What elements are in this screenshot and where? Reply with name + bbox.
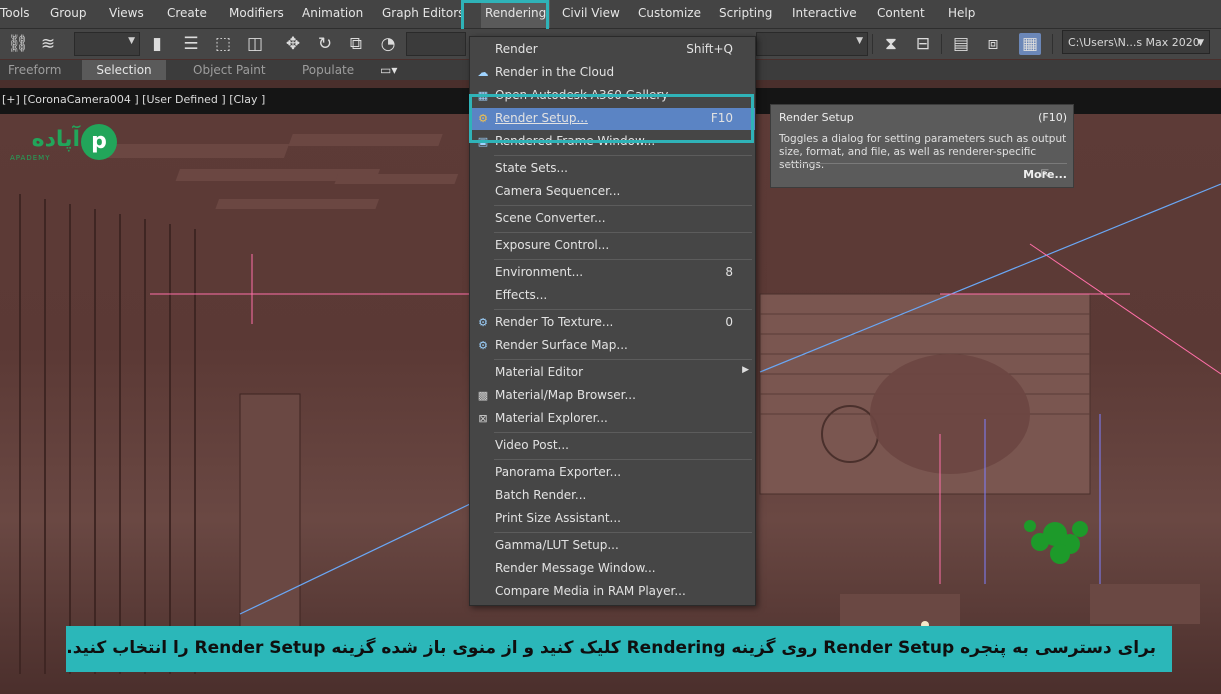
menu-separator xyxy=(494,205,752,206)
cloud-render-icon: ☁ xyxy=(477,66,489,79)
logo-icon: p xyxy=(81,124,117,160)
rectangular-selection-icon[interactable]: ⬚ xyxy=(212,33,234,55)
instruction-banner: برای دسترسی به پنجره Render Setup روی گز… xyxy=(66,626,1172,672)
layer-explorer-icon[interactable]: ⧈ xyxy=(982,33,1004,55)
tooltip-title: Render Setup xyxy=(779,111,854,124)
project-path-dropdown[interactable]: C:\Users\N...s Max 2020 ▼ xyxy=(1062,30,1210,54)
select-by-name-icon[interactable]: ☰ xyxy=(180,33,202,55)
menu-tools[interactable]: Tools xyxy=(0,0,30,28)
ribbon-options-icon[interactable]: ▭▾ xyxy=(380,60,397,80)
mirror-icon[interactable]: ⧗ xyxy=(880,33,902,55)
menu-separator xyxy=(494,459,752,460)
menu-item-exposure-control[interactable]: Exposure Control... xyxy=(470,235,755,257)
menu-item-material-explorer[interactable]: ⊠ Material Explorer... xyxy=(470,408,755,430)
link-icon[interactable]: ⛓ xyxy=(7,33,29,55)
explorer-icon: ⊠ xyxy=(478,412,488,425)
menu-item-scene-converter[interactable]: Scene Converter... xyxy=(470,208,755,230)
rotate-icon[interactable]: ↻ xyxy=(314,33,336,55)
menu-separator xyxy=(494,532,752,533)
menu-separator xyxy=(494,155,752,156)
menu-item-gamma-lut-setup[interactable]: Gamma/LUT Setup... xyxy=(470,535,755,557)
menu-scripting[interactable]: Scripting xyxy=(719,0,772,28)
teapot-icon: ⚙ xyxy=(478,316,488,329)
menu-item-render[interactable]: Render Shift+Q xyxy=(470,39,755,61)
menu-separator xyxy=(494,432,752,433)
named-selection-sets-dropdown[interactable]: ▼ xyxy=(756,32,868,56)
menu-modifiers[interactable]: Modifiers xyxy=(229,0,284,28)
reference-coordinate-dropdown[interactable] xyxy=(406,32,466,56)
toolbar-separator xyxy=(872,34,873,54)
align-icon[interactable]: ⊟ xyxy=(912,33,934,55)
menu-item-material-editor[interactable]: Material Editor ▶ xyxy=(470,362,755,384)
menu-item-print-size-assistant[interactable]: Print Size Assistant... xyxy=(470,508,755,530)
logo-subtext: APADEMY xyxy=(10,154,51,162)
menu-views[interactable]: Views xyxy=(109,0,144,28)
menu-customize[interactable]: Customize xyxy=(638,0,701,28)
chevron-down-icon: ▼ xyxy=(1197,38,1204,48)
render-setup-callout xyxy=(469,94,754,143)
menu-group[interactable]: Group xyxy=(50,0,87,28)
checker-icon: ▩ xyxy=(477,389,489,402)
selection-filter-dropdown[interactable]: ▼ xyxy=(74,32,140,56)
window-crossing-icon[interactable]: ◫ xyxy=(244,33,266,55)
bind-space-warp-icon[interactable]: ≋ xyxy=(37,33,59,55)
menu-item-camera-sequencer[interactable]: Camera Sequencer... xyxy=(470,181,755,203)
instruction-text: برای دسترسی به پنجره Render Setup روی گز… xyxy=(66,638,1156,658)
menu-content[interactable]: Content xyxy=(877,0,925,28)
ribbon-tab-populate[interactable]: Populate xyxy=(302,60,354,80)
menu-item-state-sets[interactable]: State Sets... xyxy=(470,158,755,180)
menu-help[interactable]: Help xyxy=(948,0,975,28)
menu-graph-editors[interactable]: Graph Editors xyxy=(382,0,464,28)
project-path-text: C:\Users\N...s Max 2020 xyxy=(1068,36,1200,49)
submenu-arrow-icon: ▶ xyxy=(742,365,749,375)
ribbon-toggle-icon[interactable]: ▦ xyxy=(1019,33,1041,55)
menu-item-render-to-texture[interactable]: ⚙ Render To Texture... 0 xyxy=(470,312,755,334)
menu-animation[interactable]: Animation xyxy=(302,0,363,28)
menu-interactive[interactable]: Interactive xyxy=(792,0,857,28)
place-icon[interactable]: ◔ xyxy=(377,33,399,55)
menu-create[interactable]: Create xyxy=(167,0,207,28)
ribbon-tab-selection[interactable]: Selection xyxy=(82,60,166,80)
toolbar-separator xyxy=(941,34,942,54)
tooltip-description: Toggles a dialog for setting parameters … xyxy=(779,133,1067,171)
menu-item-video-post[interactable]: Video Post... xyxy=(470,435,755,457)
menu-civil-view[interactable]: Civil View xyxy=(562,0,620,28)
toolbar-separator xyxy=(1052,34,1053,54)
menu-item-render-surface-map[interactable]: ⚙ Render Surface Map... xyxy=(470,335,755,357)
tooltip-more-link[interactable]: More... xyxy=(1023,168,1067,181)
menu-separator xyxy=(494,232,752,233)
teapot-icon: ⚙ xyxy=(478,339,488,352)
menu-item-effects[interactable]: Effects... xyxy=(470,285,755,307)
menu-item-render-message-window[interactable]: Render Message Window... xyxy=(470,558,755,580)
logo-text: آپاده xyxy=(31,127,80,152)
scene-explorer-icon[interactable]: ▤ xyxy=(950,33,972,55)
scale-icon[interactable]: ⧉ xyxy=(345,33,367,55)
menu-separator xyxy=(494,309,752,310)
menu-separator xyxy=(494,359,752,360)
menu-item-render-in-cloud[interactable]: ☁ Render in the Cloud xyxy=(470,62,755,84)
move-icon[interactable]: ✥ xyxy=(282,33,304,55)
viewport-label[interactable]: [+] [CoronaCamera004 ] [User Defined ] [… xyxy=(2,93,265,106)
ribbon-tab-object-paint[interactable]: Object Paint xyxy=(193,60,266,80)
menu-separator xyxy=(494,259,752,260)
menu-item-batch-render[interactable]: Batch Render... xyxy=(470,485,755,507)
menu-item-environment[interactable]: Environment... 8 xyxy=(470,262,755,284)
tooltip-shortcut: (F10) xyxy=(1038,111,1067,124)
render-setup-tooltip: Render Setup (F10) Toggles a dialog for … xyxy=(770,104,1074,188)
menu-item-compare-media-ram-player[interactable]: Compare Media in RAM Player... xyxy=(470,581,755,603)
menu-item-panorama-exporter[interactable]: Panorama Exporter... xyxy=(470,462,755,484)
tooltip-divider xyxy=(779,163,1067,164)
menu-item-material-map-browser[interactable]: ▩ Material/Map Browser... xyxy=(470,385,755,407)
ribbon-tab-freeform[interactable]: Freeform xyxy=(8,60,61,80)
select-object-icon[interactable]: ▮ xyxy=(146,33,168,55)
menubar: Tools Group Views Create Modifiers Anima… xyxy=(0,0,1221,29)
